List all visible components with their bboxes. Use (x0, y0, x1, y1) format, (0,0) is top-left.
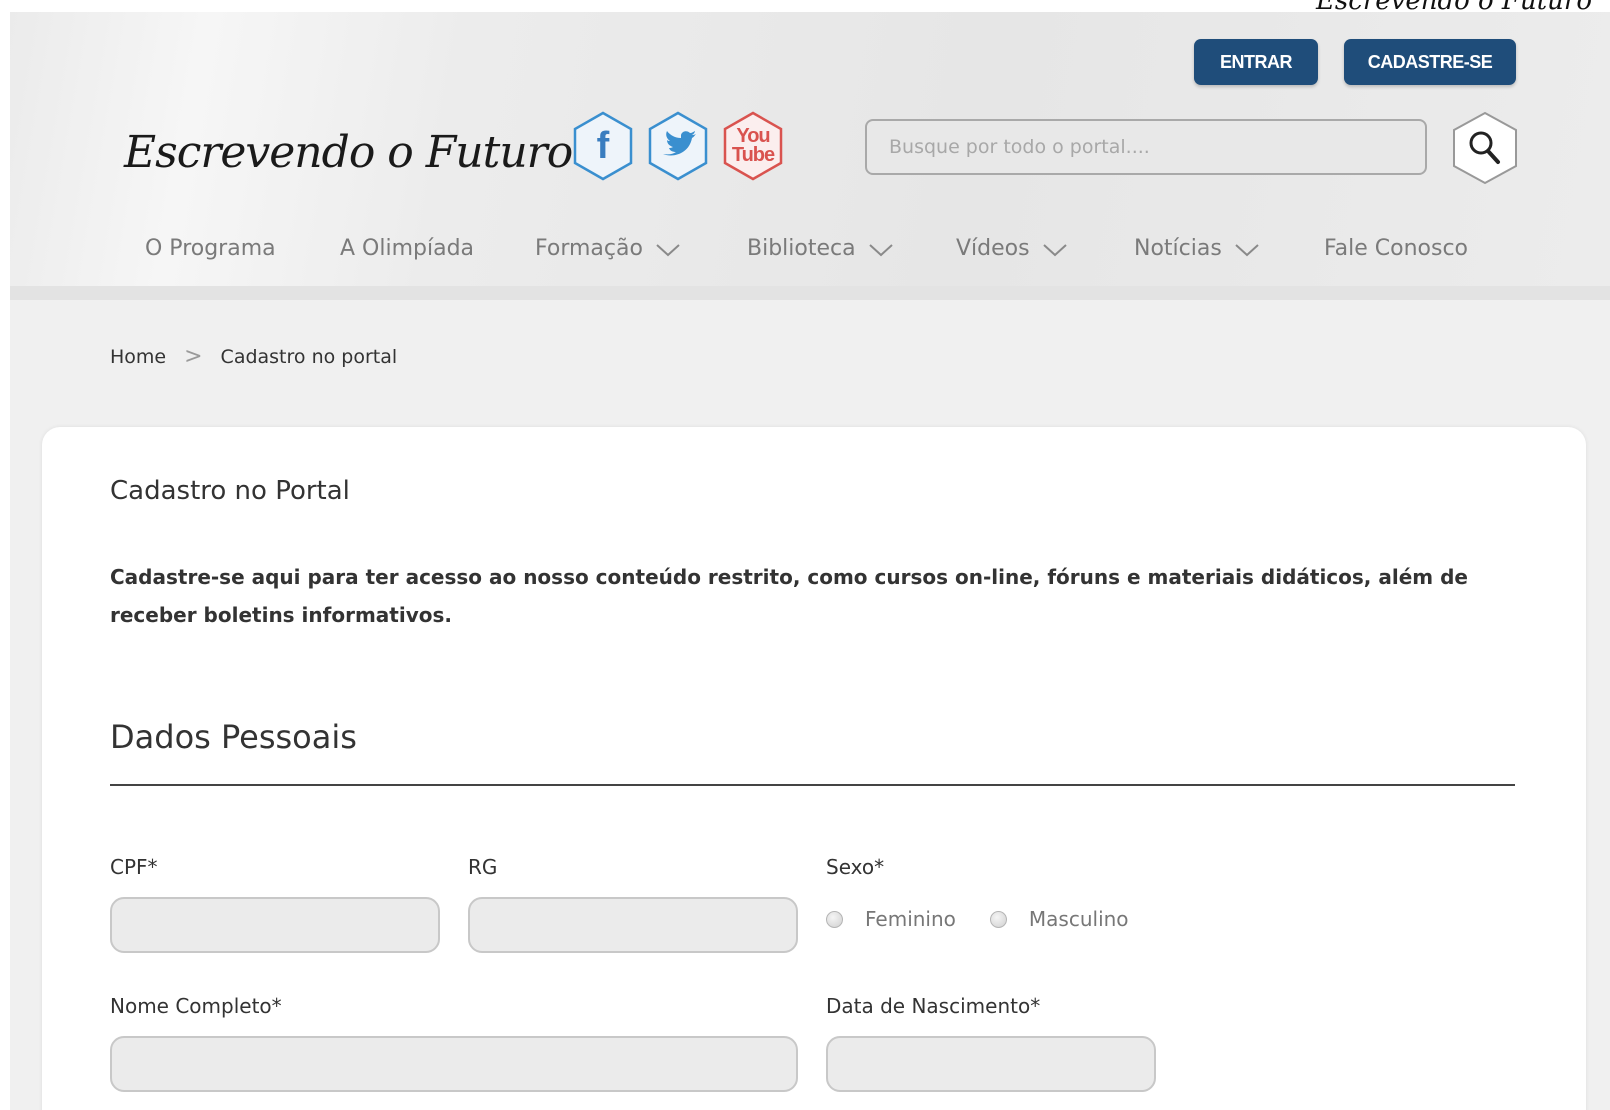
radio-button[interactable] (826, 910, 843, 928)
nome-completo-field[interactable] (110, 1036, 798, 1092)
radio-feminino[interactable]: Feminino (826, 907, 956, 931)
radio-button[interactable] (989, 910, 1007, 928)
logo-text: Escrevendo o Futuro (124, 126, 573, 178)
nav-label: A Olimpíada (340, 236, 475, 261)
nav-label: Vídeos (956, 236, 1030, 261)
nav-item-formacao[interactable]: Formação (535, 236, 681, 261)
nav-item-fale-conosco[interactable]: Fale Conosco (1324, 236, 1468, 261)
chevron-down-icon (1235, 243, 1259, 256)
nav-item-o-programa[interactable]: O Programa (145, 236, 276, 261)
site-logo[interactable]: Escrevendo o Futuro (124, 112, 622, 192)
sexo-label: Sexo* (826, 855, 885, 879)
nav-label: Biblioteca (747, 236, 856, 261)
header-bottom-strip (10, 286, 1610, 300)
nav-item-videos[interactable]: Vídeos (956, 236, 1068, 261)
page-title: Cadastro no Portal (110, 476, 350, 506)
chevron-down-icon (656, 243, 680, 256)
nav-item-biblioteca[interactable]: Biblioteca (747, 236, 894, 261)
radio-masculino[interactable]: Masculino (989, 907, 1129, 931)
search-input[interactable] (865, 119, 1427, 175)
section-divider (110, 784, 1515, 786)
login-button[interactable]: ENTRAR (1194, 39, 1318, 85)
nav-label: Notícias (1134, 236, 1222, 261)
nome-completo-label: Nome Completo* (110, 994, 282, 1018)
youtube-link[interactable]: You Tube (720, 110, 786, 182)
breadcrumb: Home > Cadastro no portal (110, 344, 397, 369)
breadcrumb-home-link[interactable]: Home (110, 346, 166, 368)
breadcrumb-current: Cadastro no portal (220, 345, 398, 368)
facebook-link[interactable]: f (570, 110, 636, 182)
nav-label: O Programa (145, 236, 276, 261)
cpf-label: CPF* (110, 855, 158, 879)
radio-label-feminino: Feminino (865, 907, 956, 931)
nav-item-a-olimpiada[interactable]: A Olimpíada (340, 236, 474, 261)
chevron-down-icon (1042, 243, 1067, 256)
signup-button[interactable]: CADASTRE-SE (1344, 39, 1516, 85)
data-nascimento-label: Data de Nascimento* (826, 994, 1041, 1018)
page-description: Cadastre-se aqui para ter acesso ao noss… (110, 565, 1468, 627)
site-header: ENTRAR CADASTRE-SE Escrevendo o Futuro f… (10, 12, 1610, 300)
youtube-label-bottom: Tube (731, 144, 775, 166)
breadcrumb-separator: > (184, 344, 203, 369)
facebook-letter: f (596, 124, 610, 167)
rg-field[interactable] (468, 897, 798, 953)
twitter-icon (648, 111, 708, 181)
search-button[interactable] (1450, 110, 1520, 186)
nav-label: Formação (535, 236, 643, 261)
sexo-radio-group: Feminino Masculino (826, 907, 1163, 931)
cpf-field[interactable] (110, 897, 440, 953)
main-nav: O Programa A Olimpíada Formação Bibliote… (10, 236, 1610, 276)
radio-label-masculino: Masculino (1028, 907, 1129, 931)
data-nascimento-field[interactable] (826, 1036, 1156, 1092)
section-title-dados-pessoais: Dados Pessoais (110, 718, 357, 756)
chevron-down-icon (868, 243, 893, 256)
nav-label: Fale Conosco (1324, 236, 1468, 261)
nav-item-noticias[interactable]: Notícias (1134, 236, 1260, 261)
rg-label: RG (468, 855, 498, 879)
twitter-link[interactable] (645, 110, 711, 182)
